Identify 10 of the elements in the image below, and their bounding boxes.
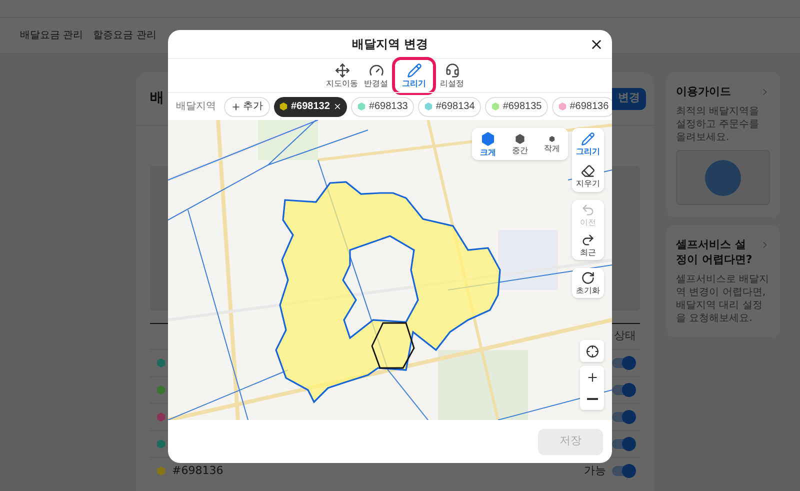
area-label: 배달지역 <box>176 100 216 114</box>
area-code: #698136 <box>172 462 224 479</box>
card-title: 배 <box>150 89 164 108</box>
dialog-title: 배달지역 변경 <box>352 36 428 53</box>
status-text: 가능 <box>584 462 606 479</box>
guide-text: 최적의 배달지역을 설정하고 주문수를 올려보세요. <box>676 105 760 144</box>
guide-text: 셀프서비스로 배달지역 변경이 어렵다면, 배달지역 대리 설정을 요청해보세요. <box>676 273 770 325</box>
guide-title: 셀프서비스 설정이 어렵다면? <box>676 237 754 267</box>
guide-title: 이용가이드 <box>676 84 731 99</box>
column-header: 상태 <box>614 328 636 344</box>
